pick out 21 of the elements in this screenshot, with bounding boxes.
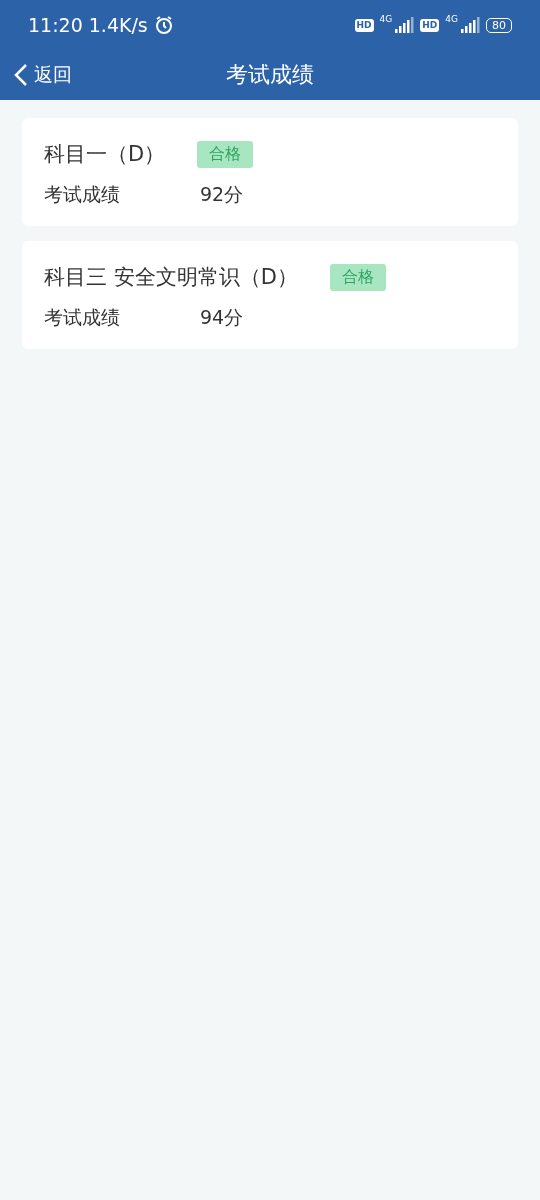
page-title: 考试成绩	[226, 62, 314, 87]
status-tag: 合格	[329, 263, 386, 291]
score-label: 考试成绩	[44, 305, 121, 330]
status-tag: 合格	[197, 140, 254, 168]
hd-badge: HD	[420, 18, 440, 32]
signal-icon	[460, 17, 480, 33]
back-icon	[14, 63, 28, 87]
network-type: 4G	[379, 14, 393, 24]
subject-name: 科目三 安全文明常识（D）	[44, 264, 298, 291]
battery-level: 80	[486, 17, 512, 33]
signal-icon	[394, 17, 415, 33]
subject-name: 科目一（D）	[44, 141, 166, 168]
back-button[interactable]: 返回	[0, 62, 72, 88]
score-label: 考试成绩	[44, 182, 121, 207]
score-value: 92分	[200, 182, 244, 207]
hd-badge: HD	[354, 18, 374, 32]
network-speed: 1.4K/s	[88, 14, 148, 36]
network-type: 4G	[445, 14, 458, 24]
score-value: 94分	[200, 305, 244, 330]
clock-time: 11:20	[28, 14, 83, 36]
alarm-icon	[153, 15, 174, 35]
